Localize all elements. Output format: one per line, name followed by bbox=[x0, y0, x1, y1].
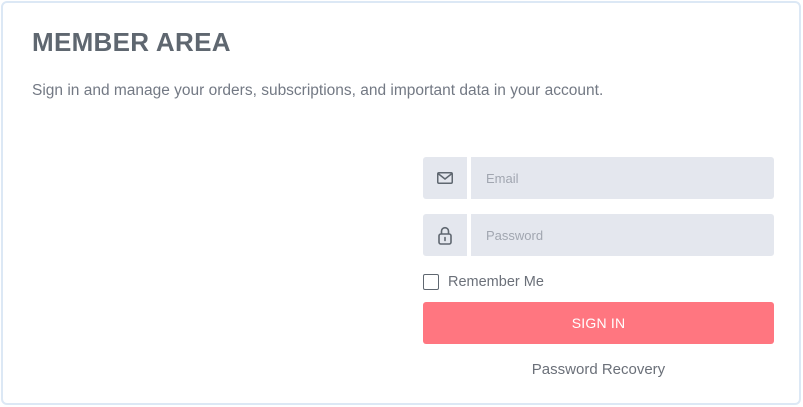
envelope-icon bbox=[423, 157, 467, 199]
remember-me-checkbox[interactable] bbox=[423, 274, 439, 290]
remember-me-label: Remember Me bbox=[448, 274, 544, 290]
password-row bbox=[423, 214, 774, 256]
page-subtitle: Sign in and manage your orders, subscrip… bbox=[32, 82, 604, 99]
sign-in-button[interactable]: SIGN IN bbox=[423, 302, 774, 344]
password-recovery-link[interactable]: Password Recovery bbox=[423, 361, 774, 378]
password-input[interactable] bbox=[471, 214, 774, 256]
remember-me[interactable]: Remember Me bbox=[423, 272, 544, 292]
page-title: MEMBER AREA bbox=[32, 27, 231, 57]
member-area-card: MEMBER AREA Sign in and manage your orde… bbox=[1, 1, 801, 405]
email-row bbox=[423, 157, 774, 199]
lock-icon bbox=[423, 214, 467, 256]
email-input[interactable] bbox=[471, 157, 774, 199]
